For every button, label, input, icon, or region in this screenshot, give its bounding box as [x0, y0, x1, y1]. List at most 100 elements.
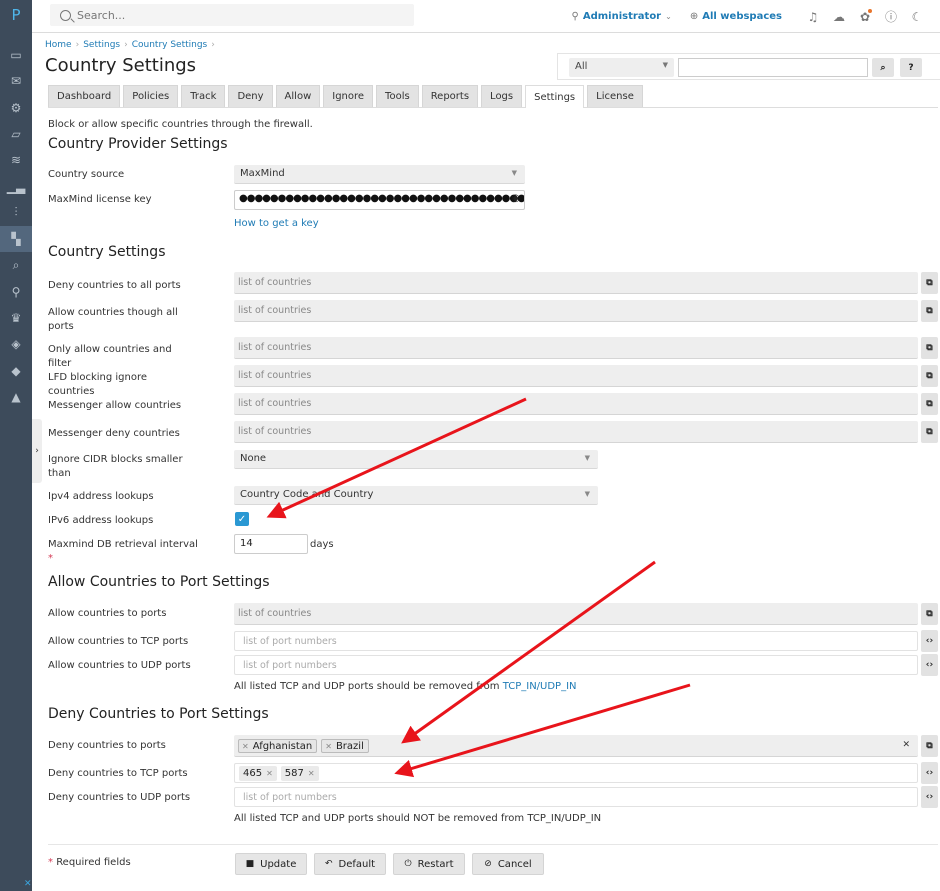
- allow-udp-input[interactable]: list of port numbers: [234, 655, 918, 675]
- ipv4-select[interactable]: Country Code and Country ▼: [234, 486, 598, 505]
- code-icon: ‹›: [925, 792, 934, 802]
- tab-deny[interactable]: Deny: [228, 85, 273, 107]
- page-title: Country Settings: [45, 55, 197, 76]
- sidebar-item-user[interactable]: ⚲: [0, 279, 32, 305]
- deny-countries-input[interactable]: ✕ Afghanistan ✕ Brazil ✕: [234, 735, 918, 757]
- tab-label: Logs: [490, 91, 514, 102]
- tab-policies[interactable]: Policies: [123, 85, 179, 107]
- global-search-input[interactable]: Search...: [50, 4, 414, 26]
- cancel-button[interactable]: ⊘ Cancel: [472, 853, 544, 875]
- chip-label: Afghanistan: [252, 740, 313, 752]
- remove-icon[interactable]: ✕: [242, 742, 249, 751]
- license-key-input[interactable]: ●●●●●●●●●●●●●●●●●●●●●●●●●●●●●●●●●●●●●●● ◉: [234, 190, 525, 210]
- dark-mode-icon[interactable]: ☾: [904, 10, 930, 24]
- country-list-input[interactable]: list of countries: [234, 393, 918, 415]
- help-label: ?: [908, 62, 914, 73]
- update-button[interactable]: ■ Update: [235, 853, 307, 875]
- user-menu[interactable]: ⚲ Administrator ⌄: [572, 11, 672, 22]
- tab-logs[interactable]: Logs: [481, 85, 523, 107]
- remove-icon[interactable]: ✕: [325, 742, 332, 751]
- allow-countries-input[interactable]: list of countries: [234, 603, 918, 625]
- allow-udp-code-button[interactable]: ‹›: [921, 654, 938, 676]
- select-countries-button[interactable]: ⧉: [921, 337, 938, 359]
- country-chip: ✕ Afghanistan: [238, 739, 318, 753]
- sidebar-item-bee[interactable]: ▲: [0, 384, 32, 410]
- remove-icon[interactable]: ✕: [266, 769, 273, 778]
- deny-tcp-code-button[interactable]: ‹›: [921, 762, 938, 784]
- sidebar-item-crown[interactable]: ♛: [0, 305, 32, 331]
- sidebar-item-layers[interactable]: ≋: [0, 147, 32, 173]
- select-countries-button[interactable]: ⧉: [921, 272, 938, 294]
- restart-button[interactable]: ⏻ Restart: [393, 853, 465, 875]
- select-countries-button[interactable]: ⧉: [921, 393, 938, 415]
- country-list-input[interactable]: list of countries: [234, 300, 918, 322]
- tab-settings[interactable]: Settings: [525, 85, 585, 108]
- sidebar-item-shield-blue[interactable]: ◆: [0, 358, 32, 384]
- scope-value: All: [575, 61, 588, 72]
- tab-track[interactable]: Track: [181, 85, 226, 107]
- notifications-icon[interactable]: ♫: [800, 10, 826, 24]
- filter-search-input[interactable]: [678, 58, 868, 77]
- country-source-select[interactable]: MaxMind ▼: [234, 165, 525, 184]
- select-countries-button[interactable]: ⧉: [921, 421, 938, 443]
- tab-dashboard[interactable]: Dashboard: [48, 85, 121, 107]
- allow-tcp-code-button[interactable]: ‹›: [921, 630, 938, 652]
- remove-icon[interactable]: ✕: [308, 769, 315, 778]
- sidebar-item-mail[interactable]: ✉: [0, 68, 32, 94]
- help-icon[interactable]: ⓘ: [878, 8, 904, 25]
- default-button[interactable]: ↶ Default: [314, 853, 386, 875]
- license-key-value: ●●●●●●●●●●●●●●●●●●●●●●●●●●●●●●●●●●●●●●●: [239, 193, 525, 204]
- clear-icon[interactable]: ✕: [902, 740, 910, 750]
- country-list-placeholder: list of countries: [238, 277, 312, 288]
- search-icon: [60, 9, 71, 21]
- deny-udp-code-button[interactable]: ‹›: [921, 786, 938, 808]
- tab-ignore[interactable]: Ignore: [323, 85, 374, 107]
- select-countries-button[interactable]: ⧉: [921, 365, 938, 387]
- cidr-select[interactable]: None ▼: [234, 450, 598, 469]
- country-list-input[interactable]: list of countries: [234, 421, 918, 443]
- scope-select[interactable]: All ▼: [569, 58, 674, 77]
- sidebar-item-folder[interactable]: ▱: [0, 121, 32, 147]
- sidebar-item-shield-yellow[interactable]: ◈: [0, 331, 32, 357]
- breadcrumb-settings[interactable]: Settings: [83, 40, 120, 50]
- country-list-input[interactable]: list of countries: [234, 272, 918, 294]
- notification-dot: [868, 8, 872, 13]
- tcp-udp-in-link[interactable]: TCP_IN/UDP_IN: [503, 681, 577, 692]
- ipv6-checkbox[interactable]: ✓: [235, 512, 249, 526]
- cloud-icon[interactable]: ☁: [826, 10, 852, 24]
- sidebar-item-gear[interactable]: ⚙: [0, 95, 32, 121]
- webspaces-link[interactable]: ⊕ All webspaces: [690, 11, 782, 22]
- expand-panel-handle[interactable]: ›: [32, 419, 42, 483]
- how-to-get-key-link[interactable]: How to get a key: [234, 218, 319, 229]
- interval-input[interactable]: 14: [234, 534, 308, 554]
- tab-tools[interactable]: Tools: [376, 85, 419, 107]
- sidebar-item-bar-chart[interactable]: ▁▃: [0, 174, 32, 200]
- country-list-input[interactable]: list of countries: [234, 337, 918, 359]
- search-button[interactable]: ⌕: [872, 58, 894, 77]
- sidebar-item-monitor[interactable]: ▭: [0, 42, 32, 68]
- deny-countries-label: Deny countries to ports: [48, 740, 166, 751]
- app-logo[interactable]: P: [0, 6, 32, 24]
- tab-license[interactable]: License: [587, 85, 643, 107]
- extensions-icon[interactable]: ✿: [852, 8, 878, 24]
- sidebar-item-dashboard[interactable]: ▚: [0, 226, 32, 253]
- select-countries-button[interactable]: ⧉: [921, 300, 938, 322]
- country-list-input[interactable]: list of countries: [234, 365, 918, 387]
- help-button[interactable]: ?: [900, 58, 922, 77]
- allow-tcp-input[interactable]: list of port numbers: [234, 631, 918, 651]
- deny-tcp-input[interactable]: 465 ✕ 587 ✕: [234, 763, 918, 783]
- sidebar-item-sliders[interactable]: ⫶: [0, 200, 32, 226]
- close-icon[interactable]: ✕: [24, 879, 32, 889]
- country-list-placeholder: list of countries: [238, 426, 312, 437]
- tab-reports[interactable]: Reports: [421, 85, 479, 107]
- eye-icon[interactable]: ◉: [511, 193, 520, 204]
- select-countries-button[interactable]: ⧉: [921, 603, 938, 625]
- breadcrumb-country-settings[interactable]: Country Settings: [132, 40, 208, 50]
- country-row-label: Only allow countries and filter: [48, 344, 172, 369]
- tab-allow[interactable]: Allow: [275, 85, 321, 107]
- deny-udp-input[interactable]: list of port numbers: [234, 787, 918, 807]
- sidebar-item-search-zoom[interactable]: ⌕: [0, 252, 32, 278]
- breadcrumb-home[interactable]: Home: [45, 40, 72, 50]
- select-countries-button[interactable]: ⧉: [921, 735, 938, 757]
- country-row-label: Messenger deny countries: [48, 428, 180, 439]
